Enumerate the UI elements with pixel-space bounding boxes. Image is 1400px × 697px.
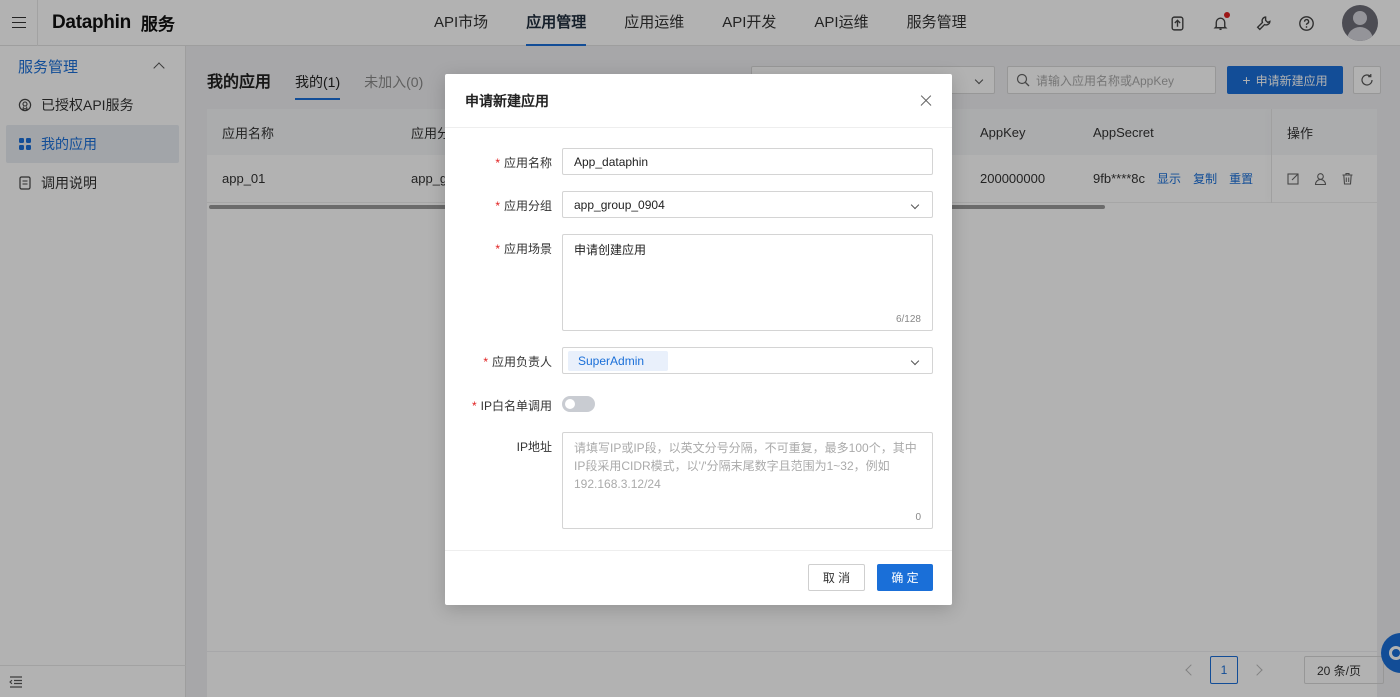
app-name-label: * 应用名称 [445, 154, 552, 171]
app-group-value: app_group_0904 [574, 197, 665, 212]
form-row-ip-address: IP地址 请填写IP或IP段，以英文分号分隔，不可重复，最多100个，其中IP段… [445, 432, 952, 529]
cancel-button[interactable]: 取 消 [808, 564, 865, 591]
ip-whitelist-toggle[interactable] [562, 396, 595, 412]
required-mark: * [495, 156, 500, 170]
app-scene-value: 申请创建应用 [574, 243, 647, 257]
app-scene-label: * 应用场景 [445, 240, 552, 257]
close-icon[interactable] [920, 95, 932, 107]
required-mark: * [495, 242, 500, 256]
required-mark: * [495, 199, 500, 213]
dialog-footer: 取 消 确 定 [445, 550, 952, 605]
form-row-ip-whitelist: * IP白名单调用 [445, 396, 952, 414]
form-row-owner: * 应用负责人 SuperAdmin [445, 347, 952, 374]
chevron-down-icon [910, 356, 920, 366]
required-mark: * [483, 355, 488, 369]
label-text: 应用负责人 [491, 355, 552, 369]
label-text: 应用名称 [503, 156, 552, 170]
app-scene-textarea[interactable]: 申请创建应用 6/128 [562, 234, 933, 331]
form-row-app-group: * 应用分组 app_group_0904 [445, 191, 952, 218]
ip-address-label: IP地址 [516, 440, 552, 454]
owner-select[interactable]: SuperAdmin [562, 347, 933, 374]
label-text: IP白名单调用 [480, 399, 552, 413]
ip-address-placeholder: 请填写IP或IP段，以英文分号分隔，不可重复，最多100个，其中IP段采用CID… [574, 441, 917, 491]
app-group-select[interactable]: app_group_0904 [562, 191, 933, 218]
owner-tag[interactable]: SuperAdmin [568, 350, 669, 371]
form-row-app-name: * 应用名称 App_dataphin [445, 148, 952, 175]
confirm-button[interactable]: 确 定 [877, 564, 933, 591]
dialog-header: 申请新建应用 [445, 74, 952, 128]
ip-whitelist-label: * IP白名单调用 [445, 397, 552, 414]
label-text: 应用场景 [503, 242, 552, 256]
form-row-app-scene: * 应用场景 申请创建应用 6/128 [445, 234, 952, 331]
create-app-dialog: 申请新建应用 * 应用名称 App_dataphin * 应用分组 app_grou… [445, 74, 952, 605]
chevron-down-icon [910, 200, 920, 210]
owner-label: * 应用负责人 [445, 353, 552, 370]
label-text: 应用分组 [503, 199, 552, 213]
app-name-input[interactable]: App_dataphin [562, 148, 933, 175]
app-group-label: * 应用分组 [445, 197, 552, 214]
char-count: 0 [915, 512, 921, 523]
dialog-title: 申请新建应用 [465, 92, 549, 109]
char-count: 6/128 [895, 314, 921, 325]
required-mark: * [471, 399, 477, 413]
ip-address-textarea[interactable]: 请填写IP或IP段，以英文分号分隔，不可重复，最多100个，其中IP段采用CID… [562, 432, 933, 529]
